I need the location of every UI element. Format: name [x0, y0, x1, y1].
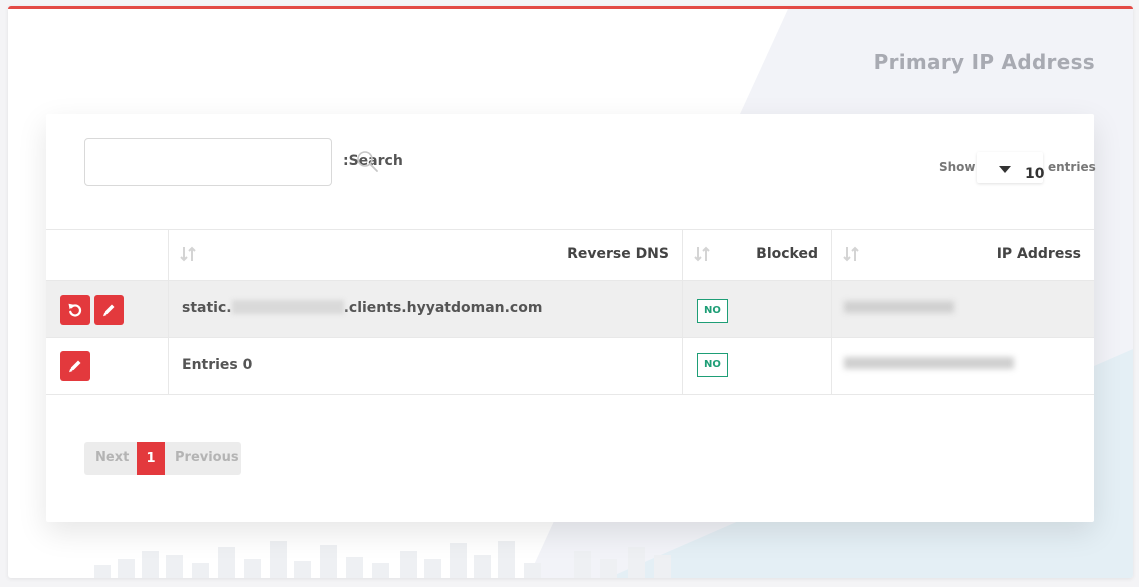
- header-reverse-dns-label: Reverse DNS: [567, 246, 669, 262]
- ip-address-cell: [832, 338, 1094, 394]
- pagination: Next 1 Previous: [84, 442, 241, 475]
- header-blocked-label: Blocked: [756, 246, 818, 262]
- reverse-dns-prefix: Entries 0: [182, 357, 253, 373]
- reset-button[interactable]: [60, 295, 90, 325]
- entries-label: entries: [1048, 160, 1096, 174]
- table-row: static. .clients.hyyatdoman.com NO: [46, 281, 1094, 338]
- table-header-row: Reverse DNS Blocked IP Address: [46, 229, 1094, 281]
- sort-icon: [694, 246, 710, 262]
- header-blocked[interactable]: Blocked: [683, 230, 832, 280]
- header-ip-address[interactable]: IP Address: [832, 230, 1094, 280]
- edit-button[interactable]: [60, 351, 90, 381]
- sort-icon: [180, 246, 196, 262]
- row-actions: [46, 281, 169, 337]
- header-ip-address-label: IP Address: [996, 246, 1081, 262]
- blocked-cell: NO: [683, 281, 832, 337]
- reverse-dns-prefix: static.: [182, 300, 232, 316]
- search-input[interactable]: [84, 138, 332, 186]
- ip-table: Reverse DNS Blocked IP Address static. .…: [46, 229, 1094, 395]
- show-label: Show: [939, 160, 976, 174]
- row-actions: [46, 338, 169, 394]
- sort-icon: [843, 246, 859, 262]
- header-reverse-dns[interactable]: Reverse DNS: [169, 230, 683, 280]
- table-card: :Search Show 10 entries Reverse DNS Bloc…: [46, 114, 1096, 522]
- table-row: Entries 0 NO: [46, 338, 1094, 395]
- blocked-badge: NO: [697, 299, 728, 323]
- blocked-cell: NO: [683, 338, 832, 394]
- reverse-dns-cell: Entries 0: [169, 338, 683, 394]
- reverse-dns-cell: static. .clients.hyyatdoman.com: [169, 281, 683, 337]
- ip-address-cell: [832, 281, 1094, 337]
- pagination-previous[interactable]: Previous: [175, 450, 239, 465]
- entries-value: 10: [1025, 166, 1045, 182]
- pagination-next[interactable]: Next: [95, 450, 129, 465]
- ip-panel: Primary IP Address :Search Show 10 entri…: [8, 6, 1133, 578]
- redacted-ip-address: [844, 301, 954, 313]
- pencil-icon: [103, 304, 115, 317]
- panel-title: Primary IP Address: [873, 50, 1095, 74]
- caret-down-icon: [999, 166, 1011, 173]
- redacted-ip-address: [844, 357, 1014, 369]
- blocked-badge: NO: [697, 353, 728, 377]
- search-icon: [357, 151, 378, 172]
- undo-icon: [68, 303, 82, 317]
- header-actions: [46, 230, 169, 280]
- entries-select[interactable]: 10: [977, 152, 1045, 183]
- reverse-dns-suffix: .clients.hyyatdoman.com: [343, 300, 543, 316]
- edit-button[interactable]: [94, 295, 124, 325]
- pagination-page-1[interactable]: 1: [137, 442, 165, 475]
- redacted-ip-segment: [231, 300, 344, 314]
- pencil-icon: [69, 360, 81, 373]
